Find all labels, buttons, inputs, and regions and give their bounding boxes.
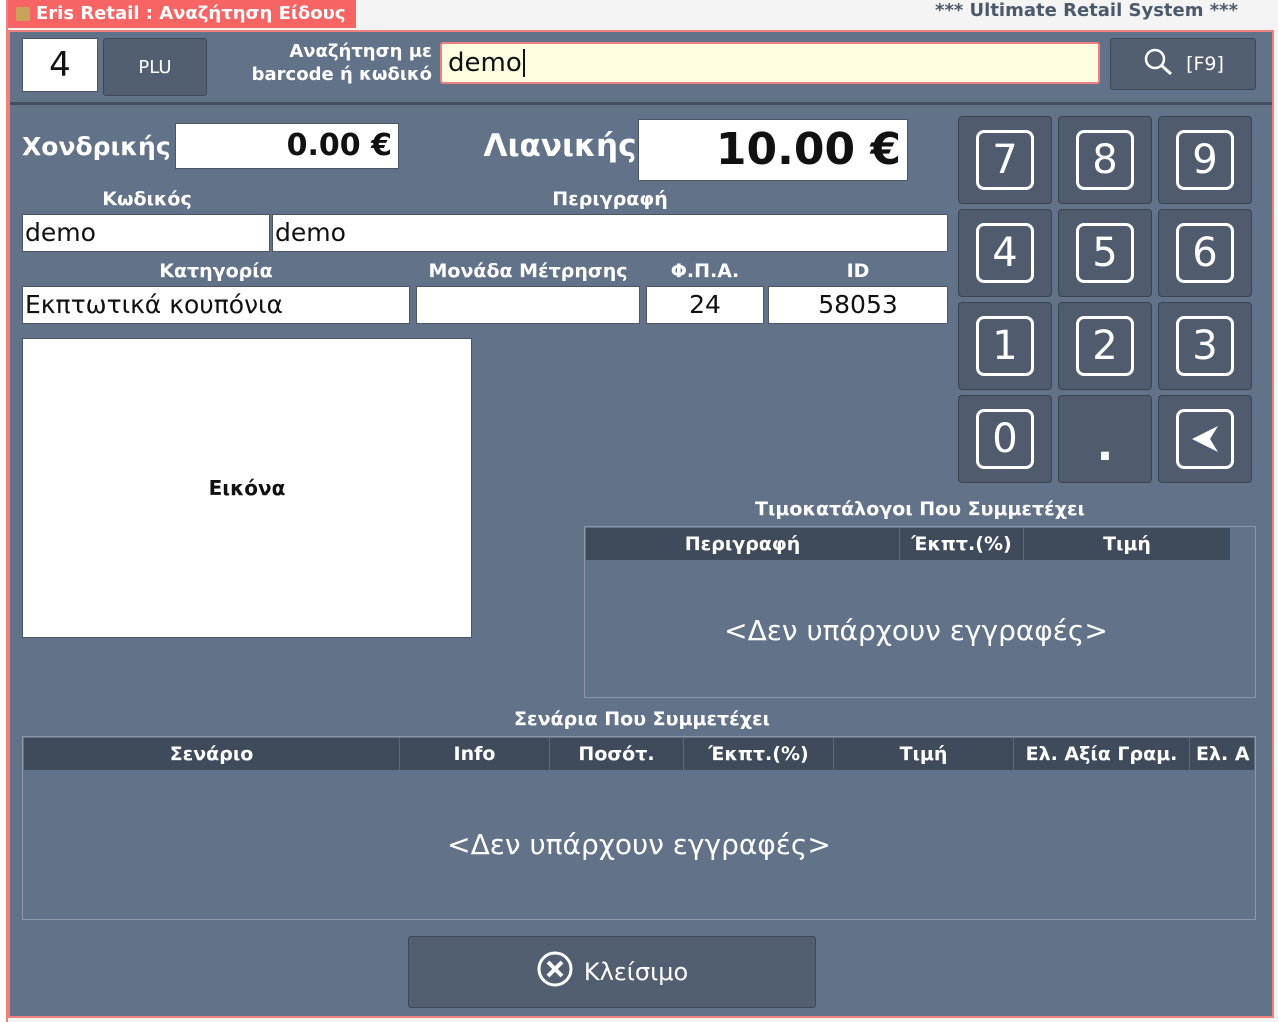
key-5-label: 5 xyxy=(1076,223,1134,283)
scenarios-col-quantity[interactable]: Ποσότ. xyxy=(550,738,684,770)
close-icon xyxy=(536,950,574,994)
main-panel: 4 PLU Αναζήτηση με barcode ή κωδικό demo… xyxy=(8,30,1274,1018)
wholesale-price-value: 0.00 € xyxy=(286,128,392,163)
backspace-icon xyxy=(1176,409,1234,469)
pricelists-empty-text: <Δεν υπάρχουν εγγραφές> xyxy=(724,614,1108,647)
code-field[interactable]: demo xyxy=(22,214,270,252)
quantity-value: 4 xyxy=(49,45,71,85)
description-value: demo xyxy=(275,218,346,247)
key-3-label: 3 xyxy=(1176,316,1234,376)
search-label-line1: Αναζήτηση με xyxy=(289,41,432,62)
wholesale-label: Χονδρικής xyxy=(22,132,171,161)
scenarios-header: Σενάριο Info Ποσότ. Έκπτ.(%) Τιμή Ελ. Αξ… xyxy=(24,738,1254,770)
key-decimal-label: . xyxy=(1096,420,1114,471)
search-button[interactable]: [F9] xyxy=(1110,38,1256,90)
unit-field[interactable] xyxy=(416,286,640,324)
id-value: 58053 xyxy=(818,290,898,319)
text-cursor xyxy=(522,49,525,77)
key-1-label: 1 xyxy=(976,316,1034,376)
app-icon xyxy=(16,7,30,21)
close-button[interactable]: Κλείσιμο xyxy=(408,936,816,1008)
scenarios-title: Σενάρια Που Συμμετέχει xyxy=(514,708,770,730)
search-input-value: demo xyxy=(448,48,522,78)
key-0-label: 0 xyxy=(976,409,1034,469)
description-label: Περιγραφή xyxy=(552,188,668,210)
title-bar: Eris Retail : Αναζήτηση Είδους *** Ultim… xyxy=(0,0,1278,30)
plu-label: PLU xyxy=(138,56,172,78)
scenarios-col-info[interactable]: Info xyxy=(400,738,550,770)
retail-price: 10.00 € xyxy=(638,119,908,181)
unit-label: Μονάδα Μέτρησης xyxy=(428,260,628,282)
image-label: Εικόνα xyxy=(208,476,286,500)
pricelists-col-price[interactable]: Τιμή xyxy=(1024,528,1230,560)
key-9-label: 9 xyxy=(1176,130,1234,190)
app-window: Eris Retail : Αναζήτηση Είδους *** Ultim… xyxy=(0,0,1278,1022)
keypad-key-9[interactable]: 9 xyxy=(1158,116,1252,204)
category-value: Εκπτωτικά κουπόνια xyxy=(25,290,283,319)
keypad-key-1[interactable]: 1 xyxy=(958,302,1052,390)
header-separator xyxy=(10,102,1272,105)
system-name: *** Ultimate Retail System *** xyxy=(935,0,1238,21)
window-title: Eris Retail : Αναζήτηση Είδους xyxy=(36,3,346,24)
left-window-edge xyxy=(0,0,8,1022)
category-label: Κατηγορία xyxy=(159,260,273,282)
close-label: Κλείσιμο xyxy=(583,958,689,986)
key-2-label: 2 xyxy=(1076,316,1134,376)
search-label-line2: barcode ή κωδικό xyxy=(251,64,432,85)
retail-label: Λιανικής xyxy=(483,128,637,164)
key-4-label: 4 xyxy=(976,223,1034,283)
plu-button[interactable]: PLU xyxy=(103,38,207,96)
search-icon xyxy=(1142,47,1176,82)
category-field[interactable]: Εκπτωτικά κουπόνια xyxy=(22,286,410,324)
vat-label: Φ.Π.Α. xyxy=(670,260,740,282)
pricelists-header: Περιγραφή Έκπτ.(%) Τιμή xyxy=(586,528,1230,560)
keypad-key-2[interactable]: 2 xyxy=(1058,302,1152,390)
key-7-label: 7 xyxy=(976,130,1034,190)
keypad-key-7[interactable]: 7 xyxy=(958,116,1052,204)
pricelists-col-discount[interactable]: Έκπτ.(%) xyxy=(900,528,1024,560)
id-field[interactable]: 58053 xyxy=(768,286,948,324)
keypad-key-decimal[interactable]: . xyxy=(1058,395,1152,483)
key-8-label: 8 xyxy=(1076,130,1134,190)
code-value: demo xyxy=(25,218,96,247)
search-input[interactable]: demo xyxy=(440,42,1100,84)
scenarios-col-discount[interactable]: Έκπτ.(%) xyxy=(684,738,834,770)
vat-value: 24 xyxy=(689,290,721,319)
code-label: Κωδικός xyxy=(102,188,192,210)
keypad-key-8[interactable]: 8 xyxy=(1058,116,1152,204)
keypad-key-0[interactable]: 0 xyxy=(958,395,1052,483)
vat-field[interactable]: 24 xyxy=(646,286,764,324)
scenarios-empty-text: <Δεν υπάρχουν εγγραφές> xyxy=(447,828,831,861)
scenarios-col-scenario[interactable]: Σενάριο xyxy=(24,738,400,770)
scenarios-col-line-value[interactable]: Ελ. Αξία Γραμ. xyxy=(1014,738,1190,770)
keypad-key-4[interactable]: 4 xyxy=(958,209,1052,297)
keypad-key-6[interactable]: 6 xyxy=(1158,209,1252,297)
id-label: ID xyxy=(846,260,870,282)
wholesale-price: 0.00 € xyxy=(175,123,399,169)
key-6-label: 6 xyxy=(1176,223,1234,283)
scenarios-col-price[interactable]: Τιμή xyxy=(834,738,1014,770)
window-title-tab: Eris Retail : Αναζήτηση Είδους xyxy=(8,0,356,28)
search-label: Αναζήτηση με barcode ή κωδικό xyxy=(236,40,432,86)
scenarios-col-truncated[interactable]: Ελ. Α xyxy=(1190,738,1254,770)
keypad-key-3[interactable]: 3 xyxy=(1158,302,1252,390)
keypad-key-backspace[interactable] xyxy=(1158,395,1252,483)
pricelists-title: Τιμοκατάλογοι Που Συμμετέχει xyxy=(755,498,1085,520)
pricelists-col-description[interactable]: Περιγραφή xyxy=(586,528,900,560)
item-image: Εικόνα xyxy=(22,338,472,638)
retail-price-value: 10.00 € xyxy=(715,124,901,175)
search-button-label: [F9] xyxy=(1186,53,1224,75)
description-field[interactable]: demo xyxy=(272,214,948,252)
keypad-key-5[interactable]: 5 xyxy=(1058,209,1152,297)
quantity-field[interactable]: 4 xyxy=(22,38,98,92)
